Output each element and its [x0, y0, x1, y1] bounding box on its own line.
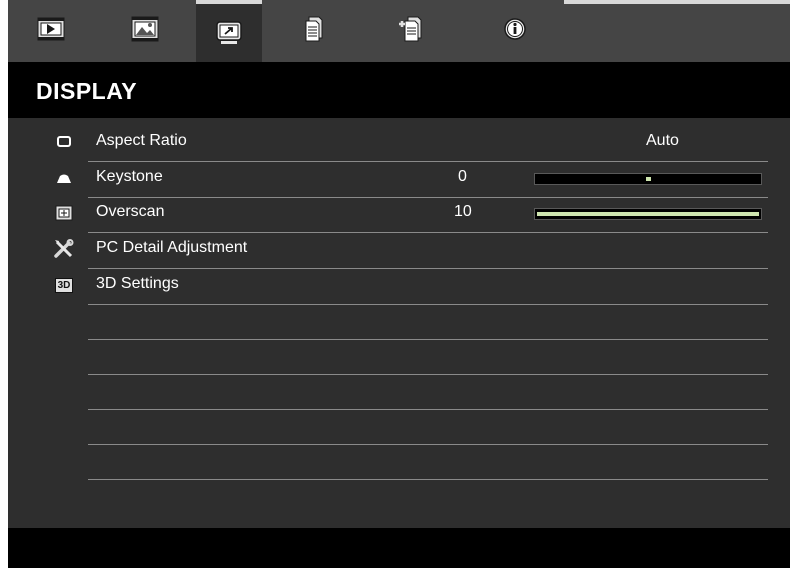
menu-item-aspect-ratio[interactable]: Aspect Ratio Auto: [57, 126, 768, 162]
overscan-slider[interactable]: [534, 208, 762, 220]
overscan-value: 10: [454, 203, 472, 220]
menu-row-empty: [88, 304, 768, 340]
keystone-label: Keystone: [96, 168, 163, 185]
overscan-label: Overscan: [96, 203, 165, 220]
document-plus-icon: [399, 16, 422, 42]
overscan-icon: [52, 201, 76, 225]
menu-row-empty: [88, 339, 768, 375]
menu-item-overscan[interactable]: Overscan 10: [55, 197, 768, 233]
page-title: DISPLAY: [36, 78, 138, 104]
tab-display[interactable]: [196, 0, 262, 62]
keystone-slider-handle: [645, 177, 651, 181]
pc-detail-adjustment-label: PC Detail Adjustment: [96, 239, 248, 256]
info-icon: [504, 18, 526, 40]
keystone-value: 0: [458, 168, 467, 185]
menu-item-3d-settings[interactable]: 3D 3D Settings: [54, 269, 768, 305]
keystone-icon: [52, 166, 76, 190]
tab-information[interactable]: [482, 6, 548, 52]
tab-picture[interactable]: [112, 6, 178, 52]
3d-settings-label: 3D Settings: [96, 275, 179, 292]
title-bar: DISPLAY: [8, 62, 790, 118]
image-icon: [131, 16, 159, 42]
tab-image-mode[interactable]: [18, 6, 84, 52]
document-icon: [305, 16, 323, 42]
menu-row-empty: [88, 409, 768, 445]
3d-icon: 3D: [52, 273, 76, 297]
display-icon: [216, 21, 242, 44]
footer-bar: [8, 528, 790, 568]
aspect-ratio-label: Aspect Ratio: [96, 132, 187, 149]
keystone-slider[interactable]: [534, 173, 762, 185]
tab-advanced-setup[interactable]: [379, 6, 445, 52]
tab-setup[interactable]: [282, 6, 348, 52]
menu-row-empty: [88, 444, 768, 480]
play-icon: [37, 17, 65, 41]
overscan-slider-fill: [537, 212, 759, 216]
aspect-ratio-icon: [52, 130, 76, 154]
menu-row-empty: [88, 374, 768, 410]
menu-item-pc-detail-adjustment[interactable]: PC Detail Adjustment: [54, 233, 768, 269]
aspect-ratio-value[interactable]: Auto: [646, 132, 679, 150]
osd-menu: DISPLAY Aspect Ratio Auto Keystone 0 Ove…: [8, 0, 790, 568]
menu-item-keystone[interactable]: Keystone 0: [57, 162, 768, 198]
tab-bar: [8, 0, 790, 62]
3d-icon-text: 3D: [54, 277, 74, 293]
tab-bar-edge: [564, 0, 790, 4]
tools-icon: [52, 237, 76, 261]
